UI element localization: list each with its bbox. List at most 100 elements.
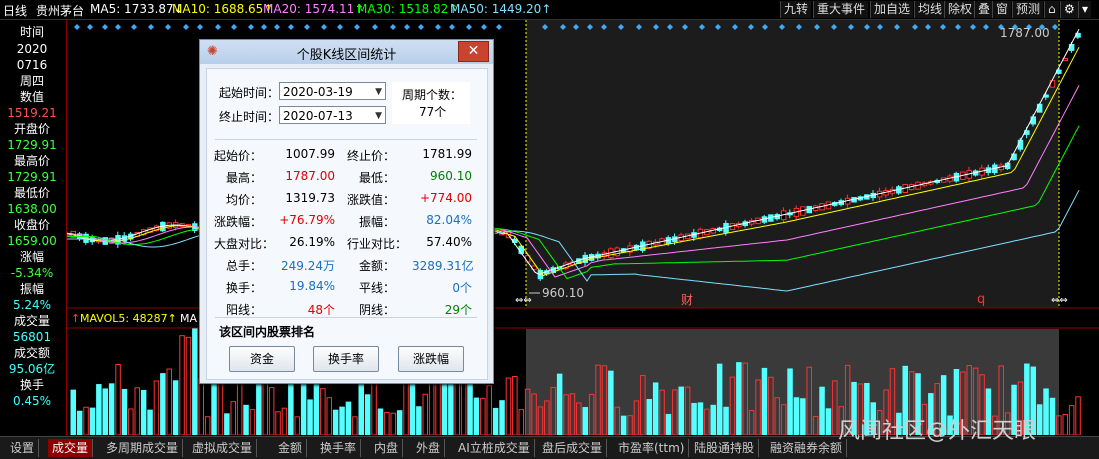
jiuzhuan-button[interactable]: 九转 <box>780 1 812 18</box>
event-diamond[interactable] <box>481 24 487 30</box>
event-diamond[interactable] <box>197 24 203 30</box>
tab-9[interactable]: 盘后成交量 <box>538 439 608 457</box>
event-diamond[interactable] <box>148 24 154 30</box>
open-label: 开盘价 <box>13 122 50 136</box>
fund-rank-button[interactable]: 资金 <box>229 346 295 372</box>
stock-name: 贵州茅台 <box>36 4 85 18</box>
event-diamond[interactable] <box>102 24 108 30</box>
overlay-button[interactable]: 叠 <box>974 1 994 18</box>
tab-1[interactable]: 成交量 <box>48 439 94 457</box>
dropdown-icon[interactable]: ▾ <box>1078 1 1092 18</box>
event-diamond[interactable] <box>449 24 455 30</box>
q-marker[interactable]: q <box>977 292 985 307</box>
volume-bar <box>492 407 499 435</box>
add-watchlist-button[interactable]: 加自选 <box>870 1 914 18</box>
volume-bar <box>179 335 185 435</box>
event-diamond[interactable] <box>261 24 267 30</box>
stat-value: 19.84% <box>289 279 335 293</box>
event-diamond[interactable] <box>215 24 221 30</box>
tab-4[interactable]: 金额 <box>274 439 308 457</box>
stat-value: +76.79% <box>279 213 335 227</box>
event-diamond[interactable] <box>87 24 93 30</box>
tab-5[interactable]: 换手率 <box>316 439 362 457</box>
stat-label: 最高： <box>225 171 262 185</box>
stat-value: 82.04% <box>426 213 472 227</box>
start-date-value: 2020-03-19 <box>283 85 353 99</box>
home-icon[interactable]: ⌂ <box>1044 1 1059 18</box>
event-diamond[interactable] <box>304 24 310 30</box>
chevron-down-icon: ▼ <box>375 87 382 97</box>
volume-bar <box>723 406 729 435</box>
volume-bar <box>736 362 742 435</box>
event-diamond[interactable] <box>288 24 294 30</box>
volume-bar <box>697 402 704 435</box>
tab-8[interactable]: AI立桩成交量 <box>454 439 535 457</box>
change-rank-button[interactable]: 涨跌幅 <box>398 346 464 372</box>
event-diamond[interactable] <box>337 24 343 30</box>
event-diamond[interactable] <box>321 24 327 30</box>
turnover-amount-value: 95.06亿 <box>8 362 56 376</box>
ma-button[interactable]: 均线 <box>914 1 946 18</box>
tab-2[interactable]: 多周期成交量 <box>102 439 184 457</box>
event-diamond[interactable] <box>231 24 237 30</box>
event-diamond[interactable] <box>274 24 280 30</box>
event-diamond[interactable] <box>372 24 378 30</box>
ex-rights-button[interactable]: 除权 <box>944 1 976 18</box>
volume-bar <box>819 386 825 435</box>
volume-value: 56801 <box>12 330 52 344</box>
event-diamond[interactable] <box>248 24 254 30</box>
volume-bar <box>172 380 179 435</box>
volume-bar <box>480 397 486 435</box>
forecast-button[interactable]: 预测 <box>1012 1 1044 18</box>
financial-report-marker[interactable]: 财 <box>681 293 693 307</box>
volume-bar <box>70 389 76 435</box>
event-diamond[interactable] <box>466 24 472 30</box>
low-label: 最低价 <box>13 186 50 200</box>
event-diamond[interactable] <box>183 24 189 30</box>
start-date-select[interactable]: 2020-03-19 ▼ <box>279 82 386 100</box>
major-events-button[interactable]: 重大事件 <box>813 1 869 18</box>
stat-label: 均价： <box>225 193 262 207</box>
stat-value: 249.24万 <box>281 259 335 273</box>
tab-0[interactable]: 设置 <box>6 439 40 457</box>
tab-7[interactable]: 外盘 <box>412 439 446 457</box>
tab-6[interactable]: 内盘 <box>370 439 404 457</box>
volume-bar <box>115 364 121 435</box>
candle-body <box>1036 103 1043 113</box>
high-value: 1729.91 <box>7 170 57 184</box>
stat-value: 3289.31亿 <box>412 259 474 273</box>
dialog-titlebar[interactable]: ✺ 个股K线区间统计 ✕ <box>200 40 493 64</box>
volume-bar <box>505 377 512 435</box>
volume-bar <box>140 389 147 435</box>
turnover-rank-button[interactable]: 换手率 <box>313 346 379 372</box>
stat-value: 29个 <box>444 303 472 317</box>
end-date-select[interactable]: 2020-07-13 ▼ <box>279 106 386 124</box>
event-diamond[interactable] <box>354 24 360 30</box>
event-diamond[interactable] <box>74 24 80 30</box>
event-diamond[interactable] <box>165 24 171 30</box>
event-diamond[interactable] <box>496 24 502 30</box>
value-value: 1519.21 <box>7 106 57 120</box>
event-diamond[interactable] <box>435 24 441 30</box>
menu-icon[interactable]: ⚙ <box>1060 1 1078 18</box>
period-label[interactable]: 日线 <box>3 2 27 19</box>
range-start-arrows: ⇔⇔ <box>515 295 532 306</box>
tab-3[interactable]: 虚拟成交量 <box>188 439 258 457</box>
volume-bar <box>160 373 166 435</box>
tab-11[interactable]: 陆股通持股 <box>690 439 760 457</box>
event-diamond[interactable] <box>404 24 410 30</box>
close-icon[interactable]: ✕ <box>458 41 489 62</box>
volume-bar <box>691 402 697 435</box>
event-diamond[interactable] <box>418 24 424 30</box>
tab-12[interactable]: 融资融券余额 <box>766 439 848 457</box>
window-button[interactable]: 窗 <box>992 1 1012 18</box>
volume-bar <box>1062 413 1068 435</box>
event-diamond[interactable] <box>115 24 121 30</box>
volume-bar <box>134 387 140 435</box>
event-diamond[interactable] <box>390 24 396 30</box>
stat-label: 阳线： <box>225 303 262 317</box>
turnover-amount-label: 成交额 <box>13 346 50 360</box>
volume-bar <box>166 368 172 435</box>
tab-10[interactable]: 市盈率(ttm) <box>614 439 690 457</box>
event-diamond[interactable] <box>131 24 137 30</box>
